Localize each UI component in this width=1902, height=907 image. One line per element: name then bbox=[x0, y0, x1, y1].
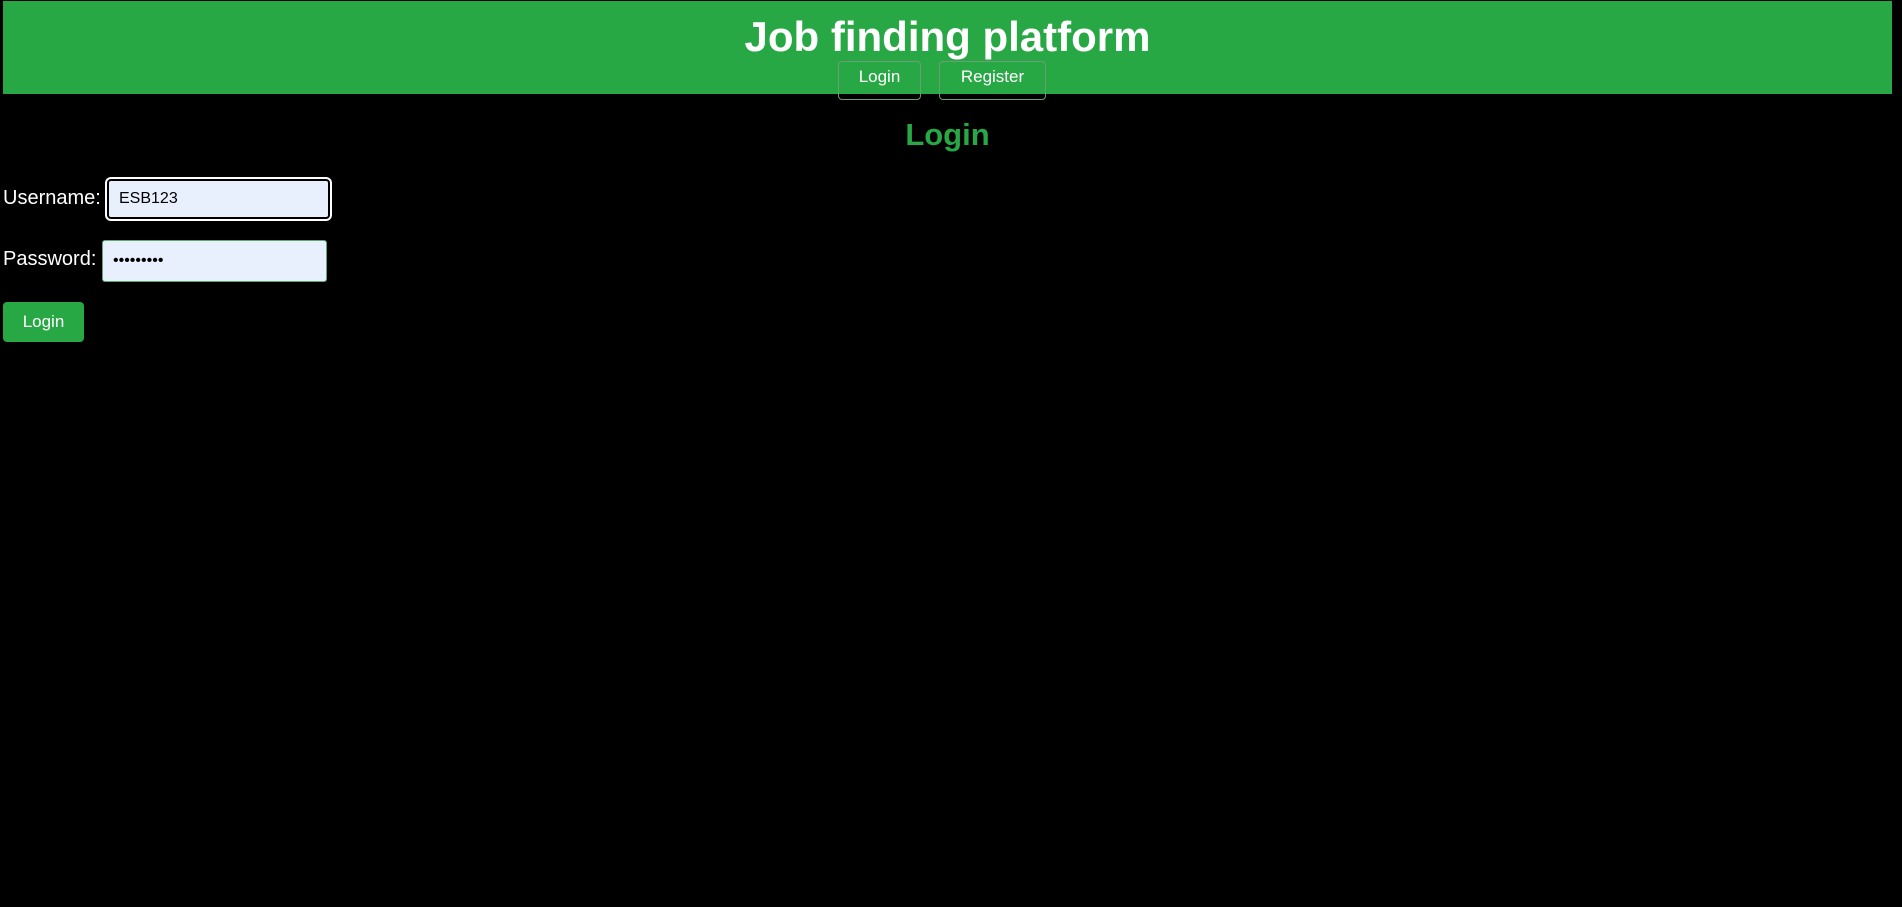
login-submit-button[interactable]: Login bbox=[3, 302, 84, 342]
username-label: Username: bbox=[3, 187, 101, 209]
password-label: Password: bbox=[3, 248, 97, 270]
page: Job finding platform Login Register Logi… bbox=[0, 0, 1902, 907]
username-input[interactable] bbox=[107, 179, 330, 219]
nav-login-button[interactable]: Login bbox=[838, 61, 921, 100]
password-input[interactable] bbox=[102, 240, 327, 282]
form-title: Login bbox=[905, 117, 990, 152]
site-title: Job finding platform bbox=[744, 13, 1151, 60]
nav-register-button[interactable]: Register bbox=[939, 61, 1046, 100]
